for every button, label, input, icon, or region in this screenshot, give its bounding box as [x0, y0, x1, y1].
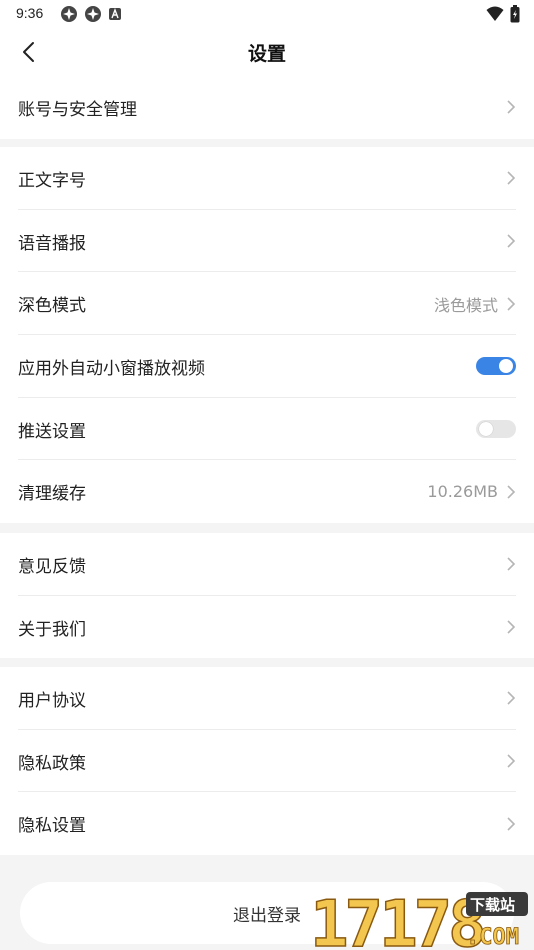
settings-item-push: 推送设置	[0, 398, 534, 461]
settings-item-label: 意见反馈	[18, 556, 86, 577]
status-time: 9:36	[16, 5, 44, 21]
settings-item-label: 隐私政策	[18, 753, 86, 774]
settings-item-label: 深色模式	[18, 296, 86, 317]
settings-item-font-size[interactable]: 正文字号	[0, 147, 534, 210]
settings-group-account: 账号与安全管理	[0, 76, 534, 139]
settings-item-privacy-policy[interactable]: 隐私政策	[0, 730, 534, 793]
settings-item-label: 用户协议	[18, 690, 86, 711]
chevron-right-icon	[507, 557, 516, 571]
settings-item-pip-video: 应用外自动小窗播放视频	[0, 335, 534, 398]
settings-item-label: 隐私设置	[18, 816, 86, 837]
settings-item-label: 账号与安全管理	[18, 99, 137, 120]
settings-item-label: 推送设置	[18, 421, 86, 442]
pip-video-toggle[interactable]	[476, 357, 516, 376]
chevron-right-icon	[507, 171, 516, 185]
notification-app-icon	[85, 6, 101, 22]
settings-item-label: 清理缓存	[18, 484, 86, 505]
settings-group-privacy: 用户协议 隐私政策 隐私设置	[0, 667, 534, 856]
settings-item-label: 正文字号	[18, 170, 86, 191]
settings-item-value: 浅色模式	[433, 295, 498, 315]
chevron-right-icon	[507, 691, 516, 705]
settings-item-clear-cache[interactable]: 清理缓存 10.26MB	[0, 460, 534, 523]
settings-item-privacy-settings[interactable]: 隐私设置	[0, 792, 534, 855]
settings-item-label: 应用外自动小窗播放视频	[18, 358, 205, 379]
settings-item-account-security[interactable]: 账号与安全管理	[0, 76, 534, 139]
chevron-right-icon	[507, 100, 516, 114]
settings-item-dark-mode[interactable]: 深色模式 浅色模式	[0, 272, 534, 336]
settings-item-user-agreement[interactable]: 用户协议	[0, 667, 534, 730]
settings-item-voice-broadcast[interactable]: 语音播报	[0, 210, 534, 273]
chevron-right-icon	[507, 620, 516, 634]
notification-a-icon	[109, 8, 121, 20]
battery-icon	[510, 5, 520, 23]
settings-group-about: 意见反馈 关于我们	[0, 533, 534, 659]
chevron-right-icon	[507, 234, 516, 248]
notification-app-icon	[61, 6, 77, 22]
push-toggle[interactable]	[476, 420, 516, 439]
chevron-right-icon	[507, 297, 516, 311]
chevron-right-icon	[507, 754, 516, 768]
settings-item-about-us[interactable]: 关于我们	[0, 596, 534, 659]
chevron-right-icon	[507, 485, 516, 499]
chevron-right-icon	[507, 817, 516, 831]
settings-group-general: 正文字号 语音播报 深色模式 浅色模式 应用外自动小窗播放视频 推送设置 清理缓…	[0, 147, 534, 524]
settings-item-feedback[interactable]: 意见反馈	[0, 533, 534, 596]
status-bar: 9:36	[0, 0, 534, 28]
logout-button[interactable]: 退出登录	[20, 882, 514, 944]
wifi-icon	[486, 6, 504, 21]
app-header: 设置	[0, 28, 534, 76]
settings-item-label: 关于我们	[18, 619, 86, 640]
page-title: 设置	[247, 43, 286, 65]
cache-size-value: 10.26MB	[427, 482, 498, 502]
settings-item-label: 语音播报	[18, 233, 86, 254]
